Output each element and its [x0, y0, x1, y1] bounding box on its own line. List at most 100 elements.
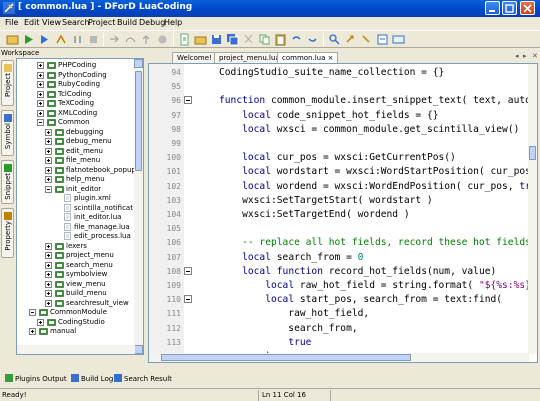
code-line[interactable]: 98 local wxsci = common_module.get_scint… [149, 122, 537, 136]
pause-icon[interactable] [71, 33, 84, 46]
cut-icon[interactable] [242, 33, 255, 46]
code-text[interactable]: wxsci:SetTargetStart( wordstart ) [219, 195, 433, 206]
menu-debug[interactable]: Debug [139, 18, 165, 27]
scroll-up-arrow[interactable] [134, 59, 143, 68]
copy-icon[interactable] [258, 33, 271, 46]
expand-icon[interactable] [45, 299, 52, 307]
tab-symbol[interactable]: Symbol [1, 110, 14, 156]
find-icon[interactable] [328, 33, 341, 46]
expand-icon[interactable] [45, 157, 52, 164]
code-text[interactable]: raw_hot_field, [219, 308, 369, 319]
tab-plugins-output[interactable]: Plugins Output [5, 374, 67, 383]
debug-icon[interactable] [38, 33, 51, 46]
code-text[interactable]: local wxsci = common_module.get_scintill… [219, 124, 519, 135]
step-out-icon[interactable] [140, 33, 153, 46]
collapse-icon[interactable] [37, 119, 44, 126]
code-line[interactable]: 104 wxsci:SetTargetEnd( wordend ) [149, 207, 537, 221]
menu-edit[interactable]: Edit [24, 18, 40, 27]
close-tab-icon[interactable]: ✕ [532, 52, 538, 60]
code-line[interactable]: 109 local raw_hot_field = string.format(… [149, 278, 537, 292]
run-icon[interactable] [22, 33, 35, 46]
close-button[interactable] [520, 1, 535, 15]
code-line[interactable]: 103 wxsci:SetTargetStart( wordstart ) [149, 193, 537, 207]
code-line[interactable]: 100 local cur_pos = wxsci:GetCurrentPos(… [149, 150, 537, 164]
code-line[interactable]: 113 true [149, 335, 537, 349]
step-over-icon[interactable] [124, 33, 137, 46]
redo-icon[interactable] [306, 33, 319, 46]
code-line[interactable]: 99 [149, 136, 537, 150]
code-line[interactable]: 102 local wordend = wxsci:WordEndPositio… [149, 179, 537, 193]
replace-icon[interactable] [376, 33, 389, 46]
save-all-icon[interactable] [226, 33, 239, 46]
editor-vertical-scrollbar[interactable] [528, 64, 537, 354]
expand-icon[interactable] [45, 290, 52, 297]
code-line[interactable]: 111 raw_hot_field, [149, 306, 537, 320]
maximize-button[interactable] [502, 1, 517, 15]
menu-build[interactable]: Build [117, 18, 137, 27]
code-line[interactable]: 97 local code_snippet_hot_fields = {} [149, 108, 537, 122]
find-prev-icon[interactable] [360, 33, 373, 46]
code-text[interactable]: function common_module.insert_snippet_te… [219, 95, 537, 106]
tab-build-log[interactable]: Build Log [71, 374, 113, 383]
tab-snippet[interactable]: Snippet [1, 160, 14, 204]
menu-file[interactable]: File [5, 18, 18, 27]
goto-icon[interactable] [392, 33, 405, 46]
editor-hscroll-thumb[interactable] [161, 354, 411, 361]
tab-project-menu-lua[interactable]: project_menu.lua [214, 52, 285, 63]
code-text[interactable]: local function record_hot_fields(num, va… [219, 266, 496, 277]
menu-view[interactable]: View [42, 18, 61, 27]
project-tree[interactable]: PHPCoding PythonCoding RubyCoding TclCoding… [16, 58, 144, 355]
tab-search-result[interactable]: Search Result [114, 374, 172, 383]
expand-icon[interactable] [45, 242, 52, 250]
code-text[interactable]: local cur_pos = wxsci:GetCurrentPos() [219, 152, 456, 163]
expand-icon[interactable] [37, 81, 44, 88]
expand-icon[interactable] [29, 328, 36, 335]
tree-scroll-thumb[interactable] [135, 71, 142, 171]
find-next-icon[interactable] [344, 33, 357, 46]
open-icon[interactable] [194, 33, 207, 46]
expand-icon[interactable] [45, 176, 52, 183]
menu-project[interactable]: Project [88, 18, 115, 27]
fold-collapse-icon[interactable] [184, 295, 192, 304]
step-icon[interactable] [55, 33, 68, 46]
collapse-icon[interactable] [29, 309, 36, 316]
expand-icon[interactable] [45, 138, 52, 145]
tab-scroll-right-icon[interactable]: ▸ [523, 52, 527, 60]
expand-icon[interactable] [37, 109, 44, 117]
tree-vertical-scrollbar[interactable] [134, 59, 143, 354]
breakpoint-icon[interactable] [156, 33, 169, 46]
code-text[interactable]: -- replace all hot fields, record these … [219, 237, 537, 248]
tab-project[interactable]: Project [1, 60, 14, 106]
code-line[interactable]: 112 search_from, [149, 321, 537, 335]
code-text[interactable]: local raw_hot_field = string.format( "${… [219, 280, 537, 291]
expand-icon[interactable] [37, 318, 44, 326]
menu-help[interactable]: Help [164, 18, 182, 27]
code-editor[interactable]: 94 CodingStudio_suite_name_collection = {… [148, 63, 538, 363]
code-line[interactable]: 106 -- replace all hot fields, record th… [149, 235, 537, 249]
tab-property[interactable]: Property [1, 208, 14, 258]
workspace-icon[interactable] [6, 33, 19, 46]
code-line[interactable]: 96 function common_module.insert_snippet_… [149, 93, 537, 107]
code-text[interactable]: local wordstart = wxsci:WordStartPositio… [219, 166, 537, 177]
expand-icon[interactable] [45, 261, 52, 269]
code-text[interactable]: local wordend = wxsci:WordEndPosition( c… [219, 181, 537, 192]
expand-icon[interactable] [45, 128, 52, 136]
editor-horizontal-scrollbar[interactable] [149, 353, 529, 362]
code-text[interactable]: local code_snippet_hot_fields = {} [219, 110, 438, 121]
step-into-icon[interactable] [108, 33, 121, 46]
code-line[interactable]: 110 local start_pos, search_from = text:… [149, 292, 537, 306]
collapse-icon[interactable] [45, 185, 52, 193]
expand-icon[interactable] [45, 280, 52, 288]
expand-icon[interactable] [37, 90, 44, 98]
code-text[interactable]: local start_pos, search_from = text:find… [219, 294, 502, 305]
code-text[interactable]: local search_from = 0 [219, 252, 363, 263]
code-line[interactable]: 101 local wordstart = wxsci:WordStartPos… [149, 164, 537, 178]
stop-icon[interactable] [87, 33, 100, 46]
code-text[interactable]: wxsci:SetTargetEnd( wordend ) [219, 209, 410, 220]
expand-icon[interactable] [45, 271, 52, 278]
fold-collapse-icon[interactable] [184, 266, 192, 275]
tab-common-lua[interactable]: common.lua × [277, 52, 339, 63]
minimize-button[interactable] [485, 1, 500, 15]
save-icon[interactable] [210, 33, 223, 46]
expand-icon[interactable] [45, 252, 52, 259]
